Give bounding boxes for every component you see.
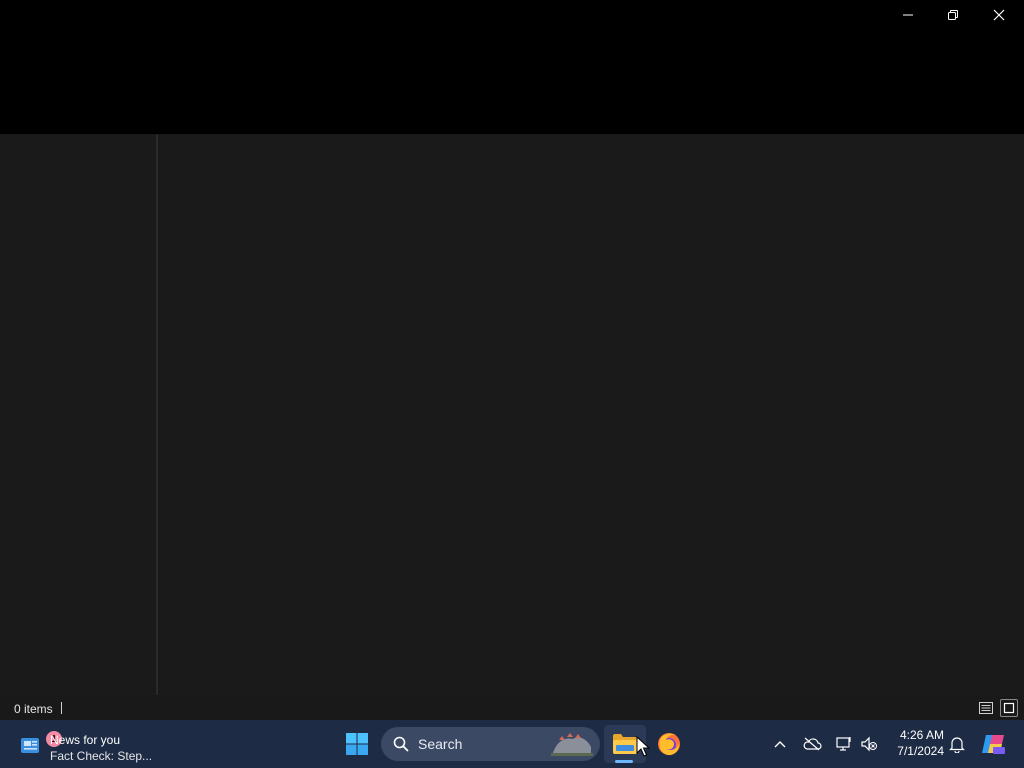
network-icon [836, 737, 851, 751]
large-icons-view-button[interactable] [1000, 699, 1018, 717]
show-hidden-icons-button[interactable] [771, 735, 789, 753]
file-explorer-window: 0 items [0, 0, 1024, 720]
news-headline: Fact Check: Step... [50, 749, 153, 763]
mouse-cursor-icon [636, 736, 650, 757]
volume-tray-button[interactable] [859, 734, 879, 754]
clock-time: 4:26 AM [899, 728, 944, 742]
minimize-button[interactable] [885, 0, 931, 30]
bell-icon [949, 737, 965, 753]
news-widget[interactable]: 1 News for you Fact Check: Step... [18, 725, 158, 763]
close-icon [993, 9, 1005, 21]
navigation-pane[interactable] [0, 135, 155, 695]
item-count: 0 items [14, 702, 53, 716]
title-bar[interactable] [0, 0, 1024, 134]
cloud-off-icon [803, 737, 822, 751]
notifications-button[interactable] [947, 734, 967, 754]
folder-icon [613, 734, 637, 754]
news-title: News for you [50, 733, 121, 747]
clock-date: 7/1/2024 [897, 744, 944, 758]
large-icons-view-icon [1003, 702, 1015, 714]
network-tray-button[interactable] [834, 734, 854, 754]
minimize-icon [903, 14, 913, 16]
start-button[interactable] [340, 726, 374, 762]
windows-logo-icon [346, 733, 368, 755]
search-label: Search [418, 736, 463, 752]
search-icon [393, 736, 409, 752]
status-bar: 0 items [0, 696, 1024, 720]
status-divider [61, 702, 62, 714]
chevron-up-icon [774, 741, 786, 748]
taskbar-firefox[interactable] [650, 725, 688, 763]
search-box[interactable]: Search [381, 727, 600, 761]
firefox-icon [658, 733, 680, 756]
system-clock[interactable]: 4:26 AM 7/1/2024 [888, 728, 944, 762]
restore-icon [948, 10, 958, 20]
details-view-icon [979, 702, 993, 714]
onedrive-tray-button[interactable] [801, 734, 823, 754]
active-app-indicator [615, 760, 633, 763]
desktop-screen: 0 items 1 News for you Fact Check: Step.… [0, 0, 1024, 768]
close-button[interactable] [976, 0, 1022, 30]
search-highlight-icon [551, 733, 593, 756]
restore-button[interactable] [930, 0, 976, 30]
file-list-pane[interactable] [159, 135, 1024, 695]
details-view-button[interactable] [977, 699, 995, 717]
pane-splitter[interactable] [156, 135, 158, 695]
copilot-icon[interactable] [980, 731, 1006, 757]
speaker-muted-icon [861, 736, 877, 752]
news-icon [21, 738, 39, 753]
